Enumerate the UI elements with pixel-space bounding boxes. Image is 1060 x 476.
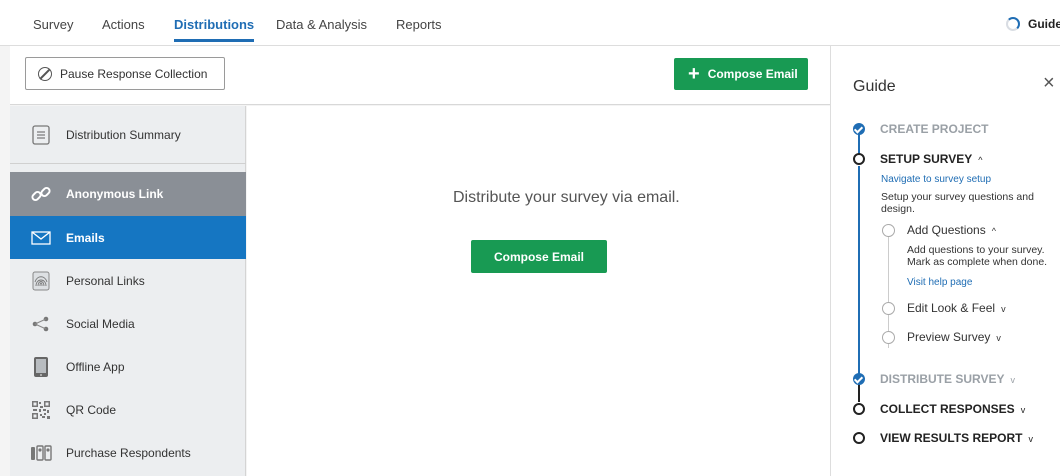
fingerprint-icon — [28, 268, 54, 294]
close-icon[interactable]: × — [1043, 72, 1055, 95]
sidebar-item-emails[interactable]: Emails — [10, 216, 246, 259]
step-label: COLLECT RESPONSES — [880, 402, 1015, 416]
navigate-to-survey-setup-link[interactable]: Navigate to survey setup — [881, 174, 991, 185]
progress-line — [858, 384, 860, 402]
sidebar-item-label: Distribution Summary — [66, 127, 181, 142]
share-icon — [28, 311, 54, 337]
tab-survey[interactable]: Survey — [33, 17, 73, 32]
setup-description: Setup your survey questions and design. — [881, 191, 1034, 215]
chevron-down-icon: v — [1028, 434, 1033, 444]
step-todo-icon — [853, 403, 865, 415]
guide-button[interactable]: Guide — [1006, 14, 1060, 34]
compose-email-toolbar-button[interactable]: + Compose Email — [674, 58, 808, 90]
chevron-down-icon: v — [996, 333, 1001, 343]
tablet-icon — [28, 354, 54, 380]
guide-panel: Guide × CREATE PROJECT SETUP SURVEY ^ Nav… — [830, 46, 1060, 476]
substep-circle-icon — [882, 302, 895, 315]
step-label: SETUP SURVEY — [880, 152, 973, 166]
step-distribute-survey[interactable]: DISTRIBUTE SURVEY v — [880, 372, 1015, 386]
sidebar-item-label: Personal Links — [66, 273, 145, 288]
step-complete-icon — [853, 123, 865, 135]
substep-preview-survey[interactable]: Preview Survey v — [907, 330, 1001, 344]
substep-circle-icon — [882, 224, 895, 237]
envelope-icon — [28, 225, 54, 251]
sidebar-item-label: Purchase Respondents — [66, 445, 191, 460]
people-icon — [28, 440, 54, 466]
step-current-icon — [853, 153, 865, 165]
chevron-up-icon: ^ — [991, 226, 996, 236]
substep-edit-look-feel[interactable]: Edit Look & Feel v — [907, 301, 1006, 315]
step-label: DISTRIBUTE SURVEY — [880, 372, 1005, 386]
step-todo-icon — [853, 432, 865, 444]
qr-code-icon — [28, 397, 54, 423]
sidebar-item-anonymous-link[interactable]: Anonymous Link — [10, 172, 246, 216]
visit-help-page-link[interactable]: Visit help page — [907, 277, 972, 288]
sidebar-item-purchase-respondents[interactable]: Purchase Respondents — [10, 431, 246, 474]
sidebar-item-personal-links[interactable]: Personal Links — [10, 259, 246, 302]
tab-distributions[interactable]: Distributions — [174, 17, 255, 42]
step-setup-survey[interactable]: SETUP SURVEY ^ — [880, 152, 983, 166]
pause-response-collection-button[interactable]: Pause Response Collection — [25, 57, 225, 90]
add-questions-description: Add questions to your survey. Mark as co… — [907, 244, 1048, 268]
sidebar-item-label: Emails — [66, 230, 105, 245]
sidebar-item-label: Anonymous Link — [66, 187, 164, 201]
sidebar-item-qr-code[interactable]: QR Code — [10, 388, 246, 431]
substep-label: Edit Look & Feel — [907, 301, 996, 315]
compose-email-toolbar-label: Compose Email — [707, 67, 798, 81]
tab-reports[interactable]: Reports — [396, 17, 442, 32]
sidebar-item-distribution-summary[interactable]: Distribution Summary — [10, 106, 246, 164]
sidebar-item-social-media[interactable]: Social Media — [10, 302, 246, 345]
document-lines-icon — [28, 122, 54, 148]
step-complete-icon — [853, 373, 865, 385]
step-label: VIEW RESULTS REPORT — [880, 431, 1023, 445]
step-create-project[interactable]: CREATE PROJECT — [880, 122, 988, 136]
substep-label: Add Questions — [907, 223, 986, 237]
top-navigation: Survey Actions Distributions Data & Anal… — [0, 0, 1060, 46]
chevron-down-icon: v — [1020, 405, 1026, 415]
chevron-down-icon: v — [1001, 304, 1006, 314]
progress-line — [858, 166, 860, 384]
chevron-down-icon: v — [1010, 375, 1015, 385]
progress-ring-icon — [1006, 17, 1020, 31]
distribution-sidebar: Distribution Summary Anonymous Link Emai… — [10, 106, 246, 476]
substep-label: Preview Survey — [907, 330, 991, 344]
empty-state-message: Distribute your survey via email. — [453, 189, 680, 206]
toolbar: Pause Response Collection + Compose Emai… — [10, 46, 830, 105]
pause-button-label: Pause Response Collection — [60, 66, 208, 81]
guide-button-label: Guide — [1028, 17, 1060, 31]
chevron-up-icon: ^ — [978, 155, 983, 165]
sidebar-item-label: QR Code — [66, 402, 117, 417]
step-view-results-report[interactable]: VIEW RESULTS REPORT v — [880, 431, 1033, 445]
plus-icon: + — [688, 63, 700, 85]
step-collect-responses[interactable]: COLLECT RESPONSES v — [880, 402, 1025, 416]
sidebar-item-offline-app[interactable]: Offline App — [10, 345, 246, 388]
main-content: Distribute your survey via email. Compos… — [247, 106, 830, 476]
tab-actions[interactable]: Actions — [102, 17, 145, 32]
substep-circle-icon — [882, 331, 895, 344]
sidebar-item-label: Offline App — [66, 359, 125, 374]
guide-title: Guide — [853, 78, 896, 95]
substep-add-questions[interactable]: Add Questions ^ — [907, 223, 996, 237]
tab-data-analysis[interactable]: Data & Analysis — [276, 17, 367, 32]
compose-email-button[interactable]: Compose Email — [471, 240, 607, 273]
link-icon — [28, 181, 54, 207]
sidebar-item-label: Social Media — [66, 316, 135, 331]
pause-icon — [38, 66, 52, 81]
